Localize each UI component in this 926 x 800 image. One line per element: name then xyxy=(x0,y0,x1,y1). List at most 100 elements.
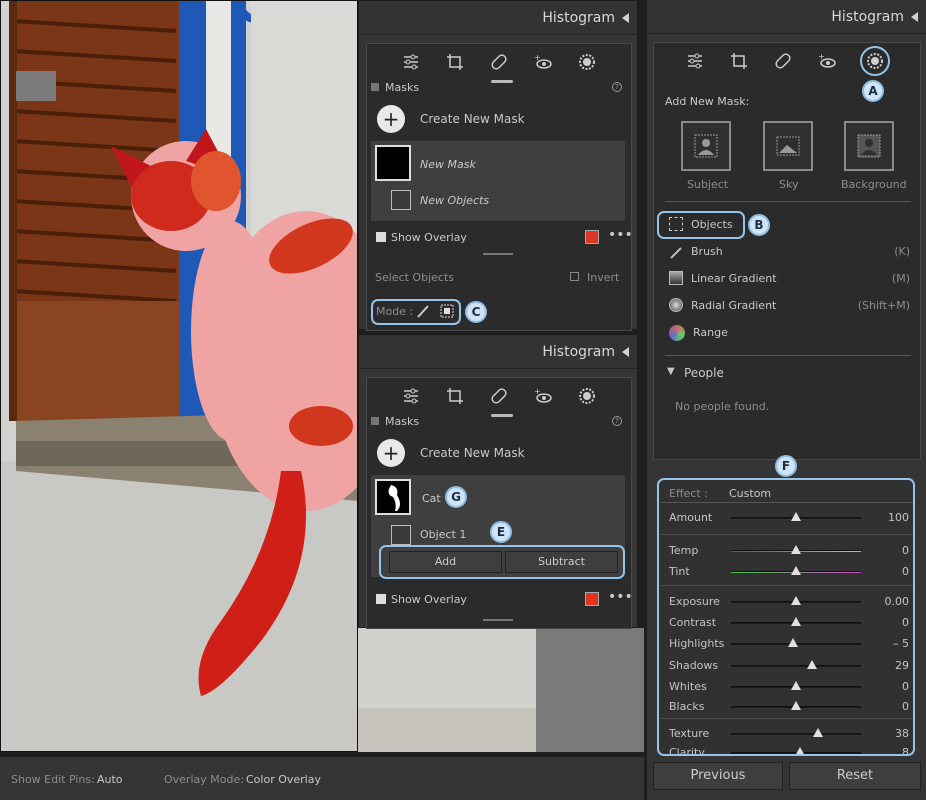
collapse-triangle-icon[interactable] xyxy=(622,13,629,23)
add-button[interactable]: Add xyxy=(389,551,502,573)
range-tool[interactable]: Range xyxy=(693,326,728,339)
slider-value[interactable]: 38 xyxy=(895,727,909,740)
redeye-icon[interactable]: + xyxy=(532,385,554,407)
slider-value[interactable]: 0.00 xyxy=(885,595,910,608)
slider-value[interactable]: 8 xyxy=(902,746,909,754)
crop-icon[interactable] xyxy=(444,385,466,407)
slider-track[interactable] xyxy=(731,665,861,667)
people-expand-triangle-icon[interactable]: ▼ xyxy=(667,366,675,377)
sliders-icon[interactable] xyxy=(400,51,422,73)
brush-select-icon[interactable] xyxy=(415,303,431,323)
slider-knob[interactable] xyxy=(791,512,801,521)
mask-name[interactable]: New Mask xyxy=(420,158,476,171)
healing-icon[interactable] xyxy=(488,51,510,73)
slider-contrast[interactable]: Contrast 0 xyxy=(669,615,909,631)
linear-gradient-tool[interactable]: Linear Gradient xyxy=(691,272,777,285)
slider-exposure[interactable]: Exposure 0.00 xyxy=(669,594,909,610)
brush-icon[interactable] xyxy=(669,245,683,264)
masks-panel-toggle[interactable] xyxy=(371,83,379,91)
slider-knob[interactable] xyxy=(791,681,801,690)
sliders-icon[interactable] xyxy=(400,385,422,407)
masking-icon[interactable] xyxy=(576,385,598,407)
component-name[interactable]: Object 1 xyxy=(420,528,466,541)
slider-value[interactable]: 0 xyxy=(902,544,909,557)
slider-whites[interactable]: Whites 0 xyxy=(669,679,909,695)
objects-component-icon[interactable] xyxy=(391,525,411,545)
overlay-mode-dropdown[interactable]: Color Overlay xyxy=(246,773,321,786)
objects-button[interactable]: Objects xyxy=(691,218,733,231)
masking-icon[interactable] xyxy=(860,46,890,76)
sliders-icon[interactable] xyxy=(684,50,706,72)
histogram-header[interactable]: Histogram xyxy=(359,1,637,35)
reset-button[interactable]: Reset xyxy=(789,762,921,790)
overlay-color-swatch[interactable] xyxy=(585,592,599,606)
mask-name[interactable]: Cat xyxy=(422,492,441,505)
component-name[interactable]: New Objects xyxy=(420,194,489,207)
slider-value[interactable]: 0 xyxy=(902,680,909,693)
crop-icon[interactable] xyxy=(444,51,466,73)
slider-shadows[interactable]: Shadows 29 xyxy=(669,658,909,674)
histogram-header[interactable]: Histogram xyxy=(647,0,926,34)
slider-value[interactable]: 29 xyxy=(895,659,909,672)
slider-value[interactable]: – 5 xyxy=(893,637,909,650)
slider-clarity[interactable]: Clarity 8 xyxy=(669,745,909,754)
slider-value[interactable]: 100 xyxy=(888,511,909,524)
show-overlay-checkbox[interactable] xyxy=(376,232,386,242)
redeye-icon[interactable]: + xyxy=(532,51,554,73)
masking-icon[interactable] xyxy=(576,51,598,73)
rectangle-select-icon[interactable] xyxy=(439,303,455,323)
edit-pins-dropdown[interactable]: Auto xyxy=(97,773,123,786)
mask-thumbnail[interactable] xyxy=(375,145,411,181)
create-new-mask-button[interactable]: Create New Mask xyxy=(420,446,525,460)
slider-value[interactable]: 0 xyxy=(902,700,909,713)
help-icon[interactable]: ? xyxy=(612,416,622,426)
collapse-triangle-icon[interactable] xyxy=(911,12,918,22)
previous-button[interactable]: Previous xyxy=(653,762,783,790)
healing-icon[interactable] xyxy=(772,50,794,72)
drag-handle[interactable] xyxy=(491,414,513,417)
slider-knob[interactable] xyxy=(791,617,801,626)
cat-mask-thumbnail[interactable] xyxy=(375,479,411,515)
collapse-triangle-icon[interactable] xyxy=(622,347,629,357)
histogram-header[interactable]: Histogram xyxy=(359,335,637,369)
create-mask-plus-icon[interactable]: + xyxy=(377,105,405,133)
invert-checkbox[interactable] xyxy=(570,272,579,281)
drag-handle[interactable] xyxy=(491,80,513,83)
slider-knob[interactable] xyxy=(791,701,801,710)
create-mask-plus-icon[interactable]: + xyxy=(377,439,405,467)
slider-knob[interactable] xyxy=(806,660,817,669)
background-button[interactable] xyxy=(844,121,894,171)
radial-gradient-tool[interactable]: Radial Gradient xyxy=(691,299,776,312)
slider-value[interactable]: 0 xyxy=(902,616,909,629)
objects-icon[interactable] xyxy=(669,217,683,231)
redeye-icon[interactable]: + xyxy=(816,50,838,72)
slider-knob[interactable] xyxy=(813,728,824,737)
show-overlay-checkbox[interactable] xyxy=(376,594,386,604)
slider-temp[interactable]: Temp 0 xyxy=(669,543,909,559)
slider-knob[interactable] xyxy=(788,638,799,647)
slider-knob[interactable] xyxy=(791,566,801,575)
slider-tint[interactable]: Tint 0 xyxy=(669,564,909,580)
masks-panel-toggle[interactable] xyxy=(371,417,379,425)
help-icon[interactable]: ? xyxy=(612,82,622,92)
range-icon[interactable] xyxy=(669,325,685,341)
slider-track[interactable] xyxy=(731,733,861,735)
slider-knob[interactable] xyxy=(791,545,801,554)
objects-component-icon[interactable] xyxy=(391,190,411,210)
slider-knob[interactable] xyxy=(791,596,801,605)
slider-value[interactable]: 0 xyxy=(902,565,909,578)
subtract-button[interactable]: Subtract xyxy=(505,551,618,573)
slider-highlights[interactable]: Highlights – 5 xyxy=(669,636,909,652)
subject-button[interactable] xyxy=(681,121,731,171)
more-options-icon[interactable]: ••• xyxy=(608,227,633,243)
photo-canvas[interactable] xyxy=(0,0,358,752)
create-new-mask-button[interactable]: Create New Mask xyxy=(420,112,525,126)
slider-blacks[interactable]: Blacks 0 xyxy=(669,699,909,715)
slider-texture[interactable]: Texture 38 xyxy=(669,726,909,742)
slider-knob[interactable] xyxy=(794,747,805,754)
brush-tool[interactable]: Brush xyxy=(691,245,723,258)
healing-icon[interactable] xyxy=(488,385,510,407)
overlay-color-swatch[interactable] xyxy=(585,230,599,244)
crop-icon[interactable] xyxy=(728,50,750,72)
more-options-icon[interactable]: ••• xyxy=(608,589,633,605)
